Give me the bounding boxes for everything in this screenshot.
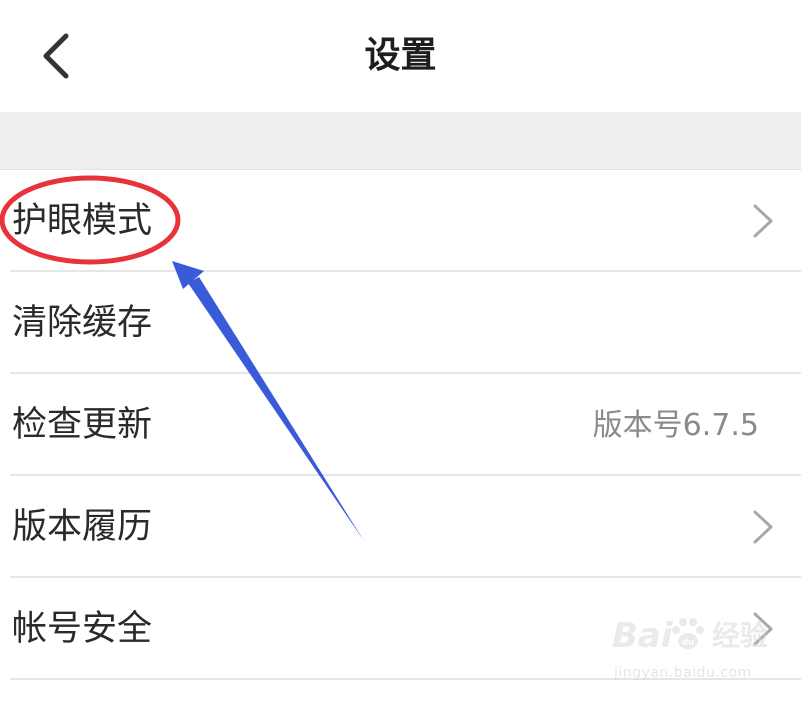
settings-item-label: 检查更新 <box>12 405 153 445</box>
header-bar: 设置 <box>0 0 801 112</box>
settings-item-label: 版本履历 <box>12 507 153 547</box>
paw-icon: du <box>672 618 704 649</box>
chevron-right-icon <box>753 204 773 238</box>
settings-item-label: 帐号安全 <box>12 609 153 649</box>
version-number: 版本号6.7.5 <box>592 408 759 443</box>
baidu-jingyan-watermark: Bai du 经验 jingyan.baidu.com <box>612 612 772 692</box>
settings-item-eye-care[interactable]: 护眼模式 <box>0 170 801 272</box>
settings-item-label: 护眼模式 <box>12 201 153 241</box>
watermark-url: jingyan.baidu.com <box>614 665 752 681</box>
settings-item-label: 清除缓存 <box>12 303 153 343</box>
settings-item-check-update[interactable]: 检查更新 版本号6.7.5 <box>0 374 801 476</box>
page-title: 设置 <box>364 35 437 76</box>
watermark-logo-text: Bai <box>612 616 673 656</box>
settings-list: 护眼模式 清除缓存 检查更新 版本号6.7.5 版本履历 帐号安全 <box>0 170 801 680</box>
settings-screen: 设置 护眼模式 清除缓存 检查更新 版本号6.7.5 版本履历 帐号安全 Bai… <box>0 0 801 701</box>
chevron-right-icon <box>753 510 773 544</box>
watermark-paw-text: du <box>682 638 695 648</box>
section-spacer <box>0 112 801 170</box>
settings-item-clear-cache[interactable]: 清除缓存 <box>0 272 801 374</box>
settings-item-version-history[interactable]: 版本履历 <box>0 476 801 578</box>
watermark-brand: 经验 <box>712 619 769 652</box>
